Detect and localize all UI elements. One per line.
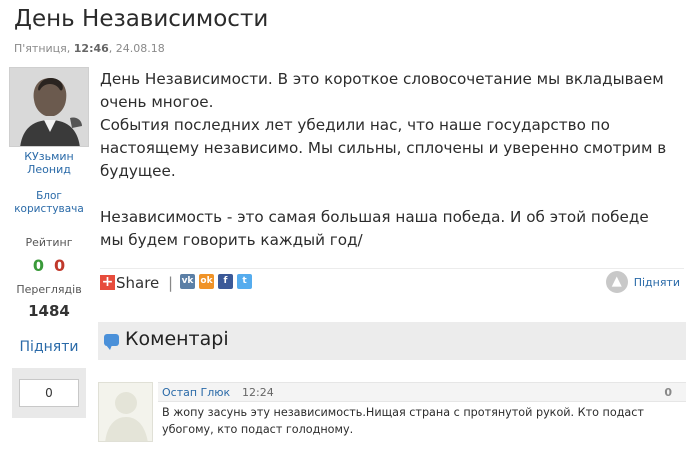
share-separator: | bbox=[168, 274, 174, 292]
comment-item: Остап Глюк 12:24 0 В жопу засунь эту нез… bbox=[98, 378, 686, 448]
comment-score: 0 bbox=[664, 386, 672, 399]
raise-button[interactable]: ▲ Підняти bbox=[605, 271, 680, 293]
user-blog-link[interactable]: Блог користувача bbox=[8, 190, 90, 216]
comment-author[interactable]: Остап Глюк bbox=[162, 386, 230, 399]
views-count: 1484 bbox=[28, 302, 70, 320]
post-body: День Независимости. В это короткое слово… bbox=[100, 68, 670, 252]
comment-avatar[interactable] bbox=[98, 382, 153, 442]
share-button[interactable]: Share bbox=[116, 274, 159, 292]
comments-title: Коментарі bbox=[125, 328, 229, 350]
comment-header: Остап Глюк 12:24 0 bbox=[158, 382, 686, 402]
vk-icon[interactable]: vk bbox=[180, 274, 195, 289]
comment-text: В жопу засунь эту независимость.Нищая ст… bbox=[162, 406, 644, 436]
author-avatar[interactable] bbox=[9, 67, 89, 147]
post-paragraph: День Независимости. В это короткое слово… bbox=[100, 70, 664, 111]
comment-bubble-icon bbox=[104, 334, 119, 350]
post-meta: П'ятниця, 12:46, 24.08.18 bbox=[14, 42, 165, 55]
default-avatar-icon bbox=[105, 392, 148, 441]
post-paragraph: Независимость - это самая большая наша п… bbox=[100, 208, 649, 249]
odnoklassniki-icon[interactable]: ok bbox=[199, 274, 214, 289]
raise-button-label: Підняти bbox=[633, 276, 680, 289]
thumb-up-icon: ▲ bbox=[605, 271, 628, 293]
facebook-icon[interactable]: f bbox=[218, 274, 233, 289]
twitter-icon[interactable]: t bbox=[237, 274, 252, 289]
page-title: День Независимости bbox=[14, 6, 269, 32]
rating-label: Рейтинг bbox=[25, 236, 73, 249]
post-date: , 24.08.18 bbox=[108, 42, 165, 55]
vote-box: 0 bbox=[12, 368, 86, 418]
comments-header: Коментарі bbox=[98, 322, 686, 360]
share-plus-icon[interactable]: + bbox=[100, 275, 115, 290]
rating-values: 00 bbox=[8, 256, 90, 275]
author-photo bbox=[10, 68, 88, 146]
author-name[interactable]: КУзьмин Леонид bbox=[8, 150, 90, 176]
post-time: 12:46 bbox=[73, 42, 109, 55]
comment-time: 12:24 bbox=[242, 386, 274, 399]
rating-minus[interactable]: 0 bbox=[54, 256, 65, 275]
views-label: Переглядів bbox=[16, 283, 82, 296]
share-bar: + Share | vk ok f t ▲ Підняти bbox=[100, 268, 684, 298]
post-day: П'ятниця, bbox=[14, 42, 71, 55]
post-paragraph: События последних лет убедили нас, что н… bbox=[100, 116, 667, 180]
vote-counter[interactable]: 0 bbox=[19, 379, 79, 407]
rating-plus[interactable]: 0 bbox=[33, 256, 44, 275]
raise-post-link[interactable]: Підняти bbox=[8, 339, 90, 355]
author-sidebar: КУзьмин Леонид Блог користувача Рейтинг … bbox=[8, 67, 90, 418]
